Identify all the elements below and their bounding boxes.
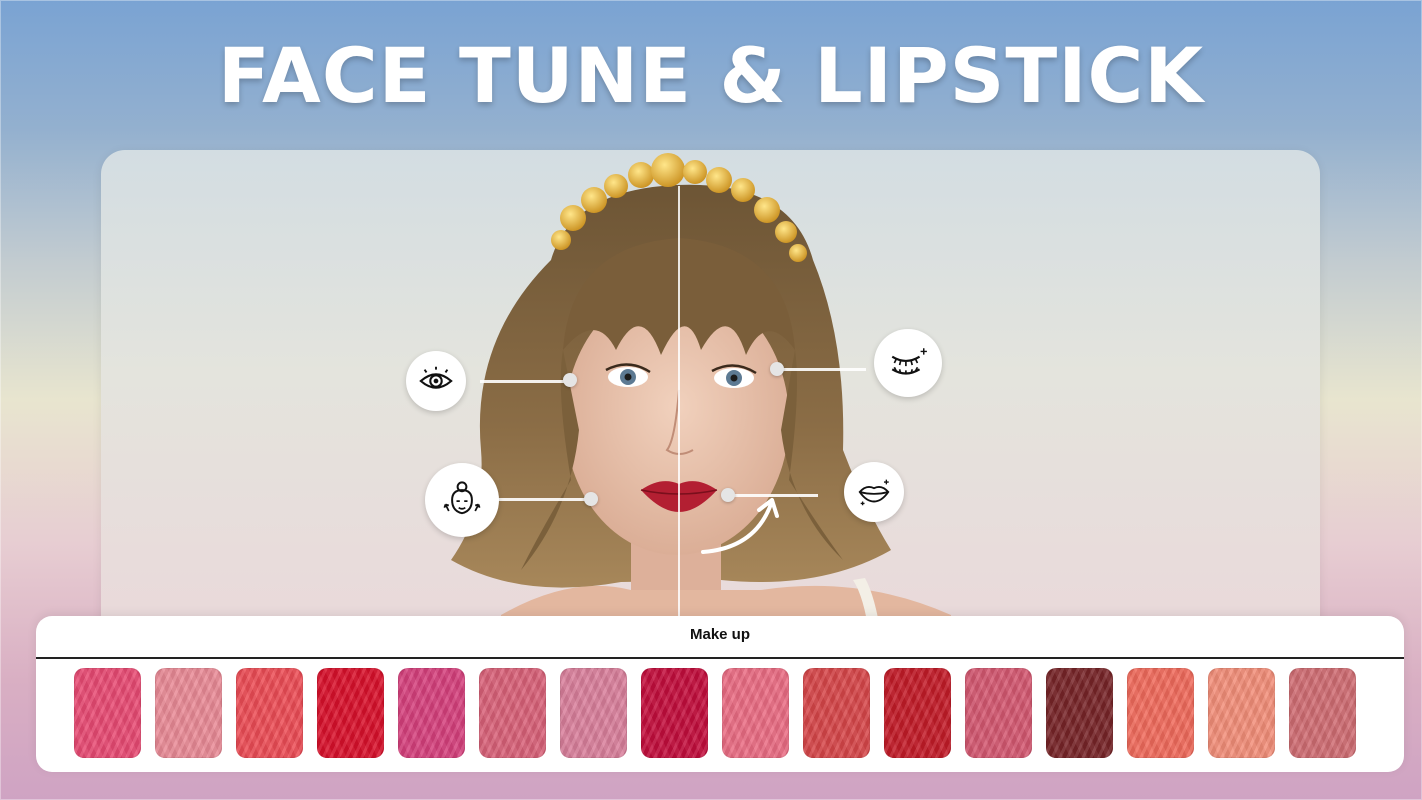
lipstick-swatch-3[interactable] <box>236 668 303 758</box>
before-after-divider[interactable] <box>678 186 680 626</box>
lipstick-swatch-5[interactable] <box>398 668 465 758</box>
lipstick-swatch-2[interactable] <box>155 668 222 758</box>
lipstick-swatch-7[interactable] <box>560 668 627 758</box>
makeup-panel: Make up <box>36 616 1404 772</box>
makeup-panel-title: Make up <box>689 626 750 643</box>
face-connector <box>498 498 590 501</box>
preview-panel <box>101 150 1320 650</box>
lipstick-swatch-1[interactable] <box>74 668 141 758</box>
portrait-photo <box>451 153 951 650</box>
lipstick-swatch-15[interactable] <box>1208 668 1275 758</box>
lipstick-swatch-10[interactable] <box>803 668 870 758</box>
headline: FACE TUNE & LIPSTICK <box>217 31 1205 120</box>
lipstick-swatch-16[interactable] <box>1289 668 1356 758</box>
lips-feature-button[interactable] <box>844 462 904 522</box>
lipstick-swatch-8[interactable] <box>641 668 708 758</box>
face-point[interactable] <box>584 492 598 506</box>
eyelashes-icon <box>891 348 927 375</box>
lashes-point[interactable] <box>770 362 784 376</box>
eye-feature-button[interactable] <box>406 351 466 411</box>
eye-point[interactable] <box>563 373 577 387</box>
lashes-connector <box>776 368 866 371</box>
lipstick-swatch-6[interactable] <box>479 668 546 758</box>
lipstick-swatch-11[interactable] <box>884 668 951 758</box>
lashes-feature-button[interactable] <box>874 329 942 397</box>
lipstick-swatch-13[interactable] <box>1046 668 1113 758</box>
lipstick-swatch-14[interactable] <box>1127 668 1194 758</box>
lipstick-swatch-9[interactable] <box>722 668 789 758</box>
lipstick-swatch-12[interactable] <box>965 668 1032 758</box>
panel-divider <box>36 657 1404 659</box>
face-lift-icon <box>443 481 481 515</box>
eye-icon <box>419 366 453 389</box>
face-feature-button[interactable] <box>425 463 499 537</box>
lipstick-swatch-row <box>74 668 1356 758</box>
lipstick-swatch-4[interactable] <box>317 668 384 758</box>
lips-icon <box>858 479 890 506</box>
curved-arrow-icon <box>701 498 779 554</box>
eye-connector <box>480 380 568 383</box>
